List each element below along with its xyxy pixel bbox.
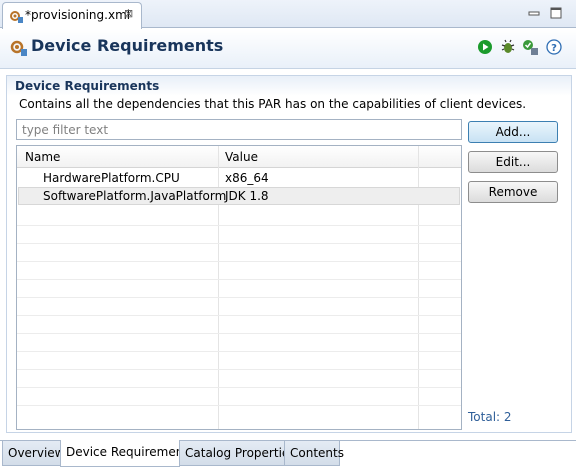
validate-icon[interactable] bbox=[522, 39, 538, 55]
editor-tab-strip: *provisioning.xml ⊠ bbox=[0, 0, 576, 29]
filter-input[interactable] bbox=[16, 119, 462, 140]
table-row-selected[interactable]: SoftwarePlatform.JavaPlatform JDK 1.8 bbox=[18, 187, 460, 205]
run-icon[interactable] bbox=[477, 39, 493, 55]
requirements-table[interactable]: Name Value HardwarePlatform.CPU x86_64 S… bbox=[16, 145, 462, 430]
remove-button[interactable]: Remove bbox=[468, 181, 558, 203]
editor-tab[interactable]: *provisioning.xml ⊠ bbox=[2, 2, 142, 29]
add-button[interactable]: Add... bbox=[468, 121, 558, 143]
form-header: Device Requirements ? bbox=[0, 29, 576, 69]
row-line bbox=[17, 405, 461, 406]
row-line bbox=[17, 243, 461, 244]
gear-file-icon bbox=[10, 40, 27, 56]
editor-tab-title: *provisioning.xml bbox=[25, 8, 131, 22]
column-header-value[interactable]: Value bbox=[225, 150, 258, 164]
cell-value: JDK 1.8 bbox=[225, 189, 269, 203]
cell-name: HardwarePlatform.CPU bbox=[43, 171, 180, 185]
tab-overview[interactable]: Overview bbox=[2, 441, 65, 466]
row-line bbox=[17, 351, 461, 352]
page-tabs: Overview Device Requirements Catalog Pro… bbox=[0, 440, 576, 468]
section-title: Device Requirements bbox=[15, 79, 160, 93]
table-row[interactable]: HardwarePlatform.CPU x86_64 bbox=[18, 169, 460, 187]
cell-name: SoftwarePlatform.JavaPlatform bbox=[43, 189, 227, 203]
row-line bbox=[17, 297, 461, 298]
column-header-name[interactable]: Name bbox=[25, 150, 60, 164]
gear-file-icon bbox=[10, 11, 23, 23]
section-header: Device Requirements bbox=[7, 76, 571, 96]
close-icon[interactable]: ⊠ bbox=[124, 7, 133, 20]
tab-contents[interactable]: Contents bbox=[284, 441, 344, 466]
row-line bbox=[17, 387, 461, 388]
cell-value: x86_64 bbox=[225, 171, 269, 185]
edit-button[interactable]: Edit... bbox=[468, 151, 558, 173]
help-icon[interactable]: ? bbox=[546, 39, 562, 55]
tab-device-requirements[interactable]: Device Requirements bbox=[60, 440, 194, 467]
minimize-icon[interactable] bbox=[527, 6, 541, 20]
row-line bbox=[17, 315, 461, 316]
svg-text:?: ? bbox=[551, 43, 557, 54]
table-header: Name Value bbox=[17, 146, 461, 168]
row-line bbox=[17, 333, 461, 334]
maximize-icon[interactable] bbox=[549, 6, 563, 20]
row-line bbox=[17, 225, 461, 226]
row-line bbox=[17, 369, 461, 370]
row-line bbox=[17, 261, 461, 262]
row-line bbox=[17, 279, 461, 280]
page-title: Device Requirements bbox=[31, 36, 224, 55]
tab-catalog-properties[interactable]: Catalog Properties bbox=[179, 441, 296, 466]
debug-icon[interactable] bbox=[500, 39, 516, 55]
total-count: Total: 2 bbox=[468, 410, 512, 424]
section-description: Contains all the dependencies that this … bbox=[19, 97, 527, 111]
